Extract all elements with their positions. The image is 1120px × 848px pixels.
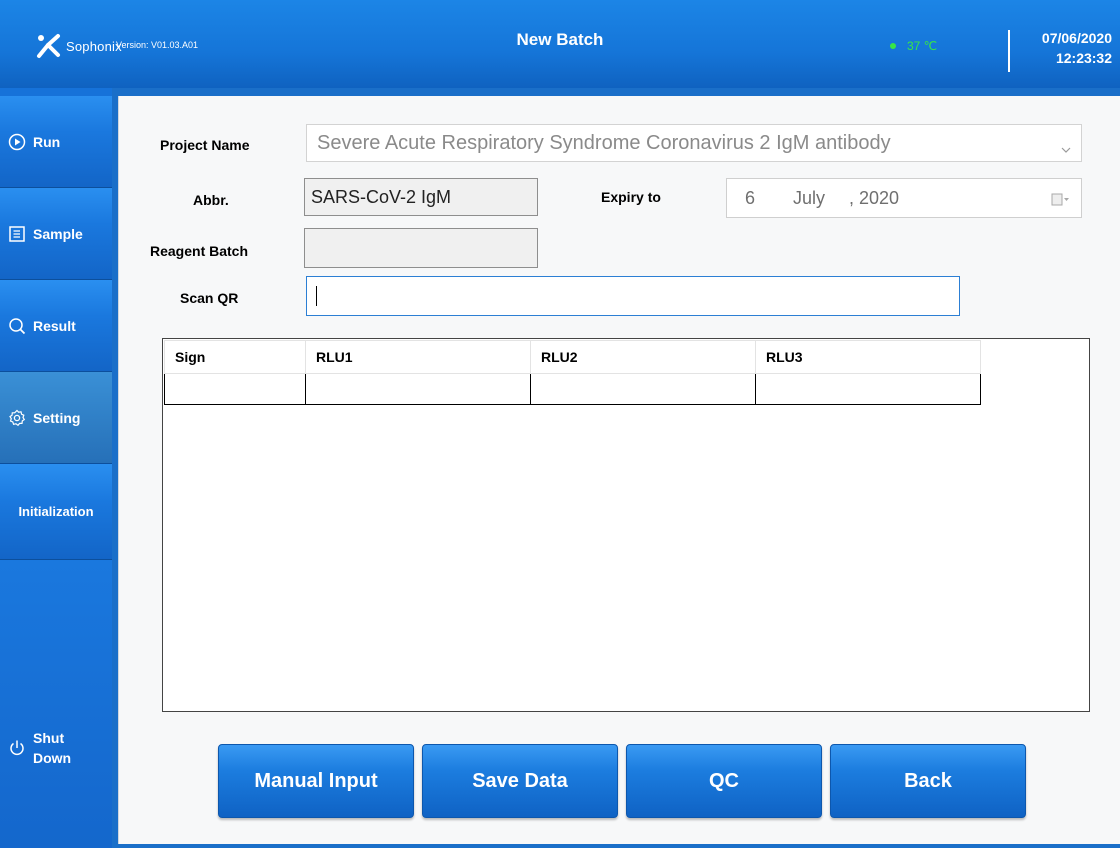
- expiry-month: July: [793, 187, 826, 208]
- power-icon: [8, 739, 26, 757]
- abbr-field: SARS-CoV-2 IgM: [304, 178, 538, 216]
- qc-button[interactable]: QC: [626, 744, 822, 818]
- sidebar-item-setting[interactable]: Setting: [0, 372, 112, 464]
- temperature-value: 37 ℃: [907, 39, 938, 53]
- scan-qr-label: Scan QR: [180, 290, 239, 306]
- sidebar-item-label: Initialization: [18, 504, 94, 519]
- page-title: New Batch: [516, 30, 604, 49]
- gear-icon: [8, 409, 26, 427]
- sidebar-item-shut-down[interactable]: Shut Down: [0, 560, 112, 848]
- play-icon: [8, 133, 26, 151]
- expiry-date-picker[interactable]: 6 July , 2020: [726, 178, 1082, 218]
- table-cell-rlu2[interactable]: [530, 373, 756, 405]
- project-name-dropdown[interactable]: Severe Acute Respiratory Syndrome Corona…: [306, 124, 1082, 162]
- sidebar: Run Sample Result Setting Initialization…: [0, 88, 112, 848]
- sidebar-item-label: Sample: [33, 225, 83, 242]
- expiry-year: , 2020: [849, 187, 900, 208]
- back-button[interactable]: Back: [830, 744, 1026, 818]
- abbr-label: Abbr.: [193, 192, 229, 208]
- datetime: 07/06/2020 12:23:32: [1042, 28, 1112, 68]
- divider: [1008, 30, 1010, 72]
- table-cell-sign[interactable]: [164, 373, 306, 405]
- table-row[interactable]: [164, 373, 981, 405]
- chevron-down-icon: [1061, 138, 1071, 153]
- sidebar-item-label: Result: [33, 317, 76, 334]
- abbr-value: SARS-CoV-2 IgM: [311, 186, 452, 207]
- reagent-batch-label: Reagent Batch: [150, 243, 249, 259]
- batch-data-table: Sign RLU1 RLU2 RLU3: [162, 338, 1090, 712]
- column-header-rlu3[interactable]: RLU3: [755, 340, 981, 374]
- data-grid: Sign RLU1 RLU2 RLU3: [164, 340, 981, 405]
- sidebar-item-label: Run: [33, 133, 61, 150]
- sidebar-item-result[interactable]: Result: [0, 280, 112, 372]
- column-header-rlu2[interactable]: RLU2: [530, 340, 756, 374]
- project-name-label: Project Name: [160, 137, 250, 153]
- search-icon: [8, 317, 26, 335]
- manual-input-button[interactable]: Manual Input: [218, 744, 414, 818]
- expiry-label: Expiry to: [601, 189, 661, 205]
- date-value: 07/06/2020: [1041, 30, 1112, 46]
- column-header-sign[interactable]: Sign: [164, 340, 306, 374]
- status-dot-icon: [890, 43, 896, 49]
- calendar-icon[interactable]: [1051, 191, 1069, 212]
- sidebar-item-sample[interactable]: Sample: [0, 188, 112, 280]
- table-header-row: Sign RLU1 RLU2 RLU3: [164, 340, 981, 374]
- title-bar: Sophonix Version: V01.03.A01 New Batch 3…: [0, 0, 1120, 88]
- temperature-indicator: 37 ℃: [890, 39, 937, 53]
- reagent-batch-field: [304, 228, 538, 268]
- sidebar-item-label: Shut Down: [33, 730, 72, 766]
- sidebar-item-label: Setting: [33, 409, 81, 426]
- document-icon: [8, 225, 26, 243]
- expiry-day: 6: [745, 187, 756, 208]
- save-data-button[interactable]: Save Data: [422, 744, 618, 818]
- sidebar-item-initialization[interactable]: Initialization: [0, 464, 112, 560]
- sidebar-item-run[interactable]: Run: [0, 96, 112, 188]
- column-header-rlu1[interactable]: RLU1: [305, 340, 531, 374]
- table-cell-rlu1[interactable]: [305, 373, 531, 405]
- text-cursor: [316, 286, 317, 306]
- table-cell-rlu3[interactable]: [755, 373, 981, 405]
- time-value: 12:23:32: [1055, 50, 1112, 66]
- project-name-value: Severe Acute Respiratory Syndrome Corona…: [317, 131, 891, 154]
- scan-qr-input[interactable]: [306, 276, 960, 316]
